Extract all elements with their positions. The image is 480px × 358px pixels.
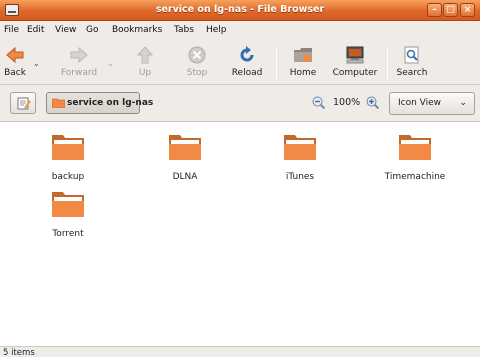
home-label: Home (289, 68, 317, 78)
title-bar[interactable]: service on lg-nas - File Browser – □ × (0, 0, 480, 21)
forward-arrow-icon (70, 46, 88, 64)
computer-button[interactable]: Computer (330, 41, 380, 85)
menu-view[interactable]: View (55, 25, 76, 35)
forward-history-chevron-icon[interactable]: ⌄ (107, 59, 114, 68)
menu-help[interactable]: Help (206, 25, 227, 35)
up-arrow-icon (136, 46, 154, 64)
search-button[interactable]: Search (394, 41, 430, 85)
back-button[interactable]: Back (0, 41, 30, 85)
reload-icon (240, 46, 254, 62)
folder-icon (399, 135, 431, 160)
forward-label: Forward (60, 68, 98, 78)
toolbar-separator (387, 47, 388, 79)
up-label: Up (138, 68, 152, 78)
stop-button[interactable]: Stop (180, 41, 214, 85)
folder-icon (284, 135, 316, 160)
back-label: Back (4, 68, 26, 78)
home-folder-icon (294, 48, 312, 62)
back-history-chevron-icon[interactable]: ⌄ (33, 59, 40, 68)
toolbar: Back ⌄ Forward ⌄ Up Stop Reload Home Com… (0, 41, 480, 85)
view-mode-select[interactable]: Icon View ⌄ (389, 92, 475, 115)
path-button-label: service on lg-nas (67, 98, 154, 108)
up-button[interactable]: Up (130, 41, 160, 85)
menu-bookmarks[interactable]: Bookmarks (112, 25, 162, 35)
folder-icon (169, 135, 201, 160)
toolbar-separator (276, 47, 277, 79)
file-view[interactable]: backup DLNA iTunes Timemachine Torrent (0, 122, 480, 346)
reload-button[interactable]: Reload (226, 41, 268, 85)
computer-label: Computer (332, 68, 378, 78)
back-arrow-icon (6, 46, 24, 64)
menu-tabs[interactable]: Tabs (174, 25, 194, 35)
reload-label: Reload (231, 68, 263, 78)
search-icon (404, 46, 419, 64)
home-button[interactable]: Home (286, 41, 320, 85)
stop-icon (188, 46, 206, 64)
zoom-level[interactable]: 100% (333, 97, 360, 108)
folder-icon (52, 192, 84, 217)
search-label: Search (396, 68, 428, 78)
folder-name: iTunes (285, 172, 315, 182)
file-browser-window: service on lg-nas - File Browser – □ × F… (0, 0, 480, 358)
zoom-in-icon[interactable] (366, 96, 379, 109)
path-button-current[interactable]: service on lg-nas (46, 92, 153, 114)
folder-name: Torrent (52, 229, 84, 239)
close-button[interactable]: × (460, 3, 475, 17)
menu-go[interactable]: Go (86, 25, 98, 35)
computer-icon (346, 46, 364, 64)
view-mode-value: Icon View (398, 98, 442, 108)
folder-name: Timemachine (384, 172, 446, 182)
menu-edit[interactable]: Edit (27, 25, 44, 35)
folder-icon (52, 135, 84, 160)
menu-bar: File Edit View Go Bookmarks Tabs Help (0, 21, 480, 41)
forward-button[interactable]: Forward (58, 41, 100, 85)
location-toggle-button[interactable] (10, 92, 36, 114)
status-bar: 5 items (0, 346, 480, 358)
folder-name: DLNA (172, 172, 198, 182)
location-bar: service on lg-nas 100% Icon View ⌄ (0, 85, 480, 122)
stop-label: Stop (186, 68, 208, 78)
minimize-button[interactable]: – (427, 3, 442, 17)
folder-name: backup (51, 172, 85, 182)
chevron-down-icon: ⌄ (459, 98, 467, 108)
zoom-out-icon[interactable] (312, 96, 325, 109)
window-title: service on lg-nas - File Browser (155, 4, 325, 15)
menu-file[interactable]: File (4, 25, 19, 35)
maximize-button[interactable]: □ (443, 3, 458, 17)
network-folder-icon (52, 98, 65, 108)
edit-location-icon (17, 97, 31, 110)
